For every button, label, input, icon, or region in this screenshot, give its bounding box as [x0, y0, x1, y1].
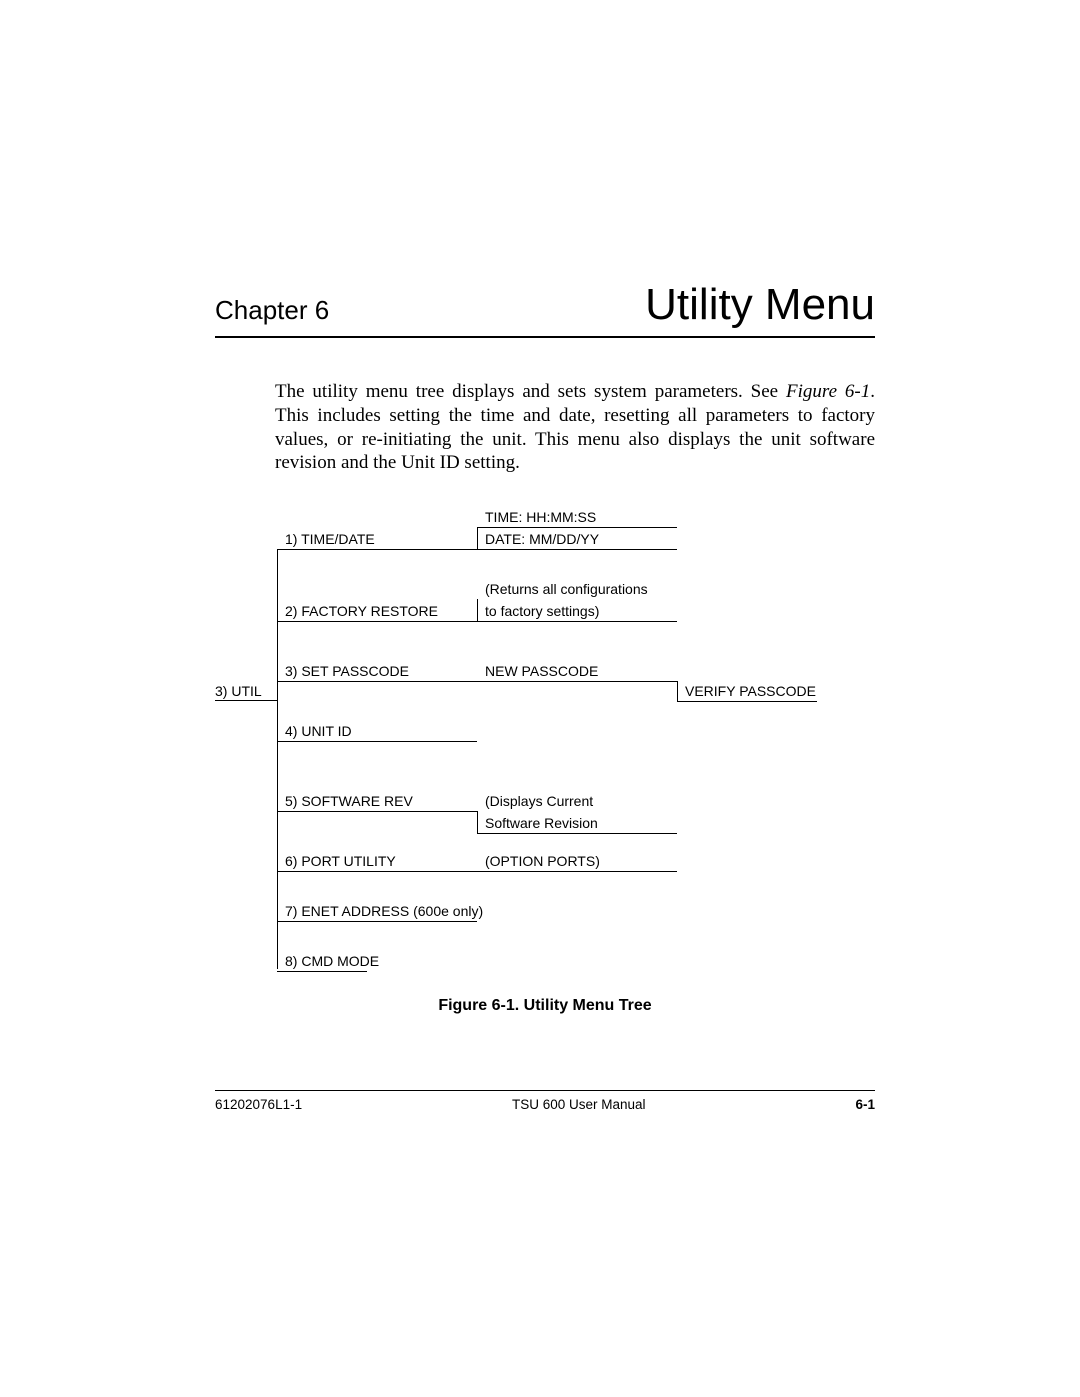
tree-detail-time: TIME: HH:MM:SS: [485, 509, 596, 525]
page-footer: 61202076L1-1 TSU 600 User Manual 6-1: [215, 1090, 875, 1112]
tree-line: [477, 527, 478, 549]
tree-line: [277, 971, 367, 972]
tree-item-6: 6) PORT UTILITY: [285, 853, 396, 869]
chapter-title: Utility Menu: [645, 280, 875, 330]
tree-detail-soft1: (Displays Current: [485, 793, 593, 809]
footer-left: 61202076L1-1: [215, 1097, 302, 1112]
tree-line: [215, 700, 277, 701]
chapter-label: Chapter 6: [215, 295, 329, 326]
intro-paragraph: The utility menu tree displays and sets …: [275, 380, 875, 475]
tree-line: [477, 871, 677, 872]
footer-page-number: 6-1: [855, 1097, 875, 1112]
tree-line: [477, 621, 677, 622]
tree-line: [277, 549, 278, 969]
tree-line: [477, 833, 677, 834]
tree-line: [477, 599, 478, 621]
tree-line: [277, 681, 477, 682]
tree-item-5: 5) SOFTWARE REV: [285, 793, 413, 809]
tree-detail-verify: VERIFY PASSCODE: [685, 683, 816, 699]
tree-detail-newpass: NEW PASSCODE: [485, 663, 598, 679]
tree-root: 3) UTIL: [215, 683, 262, 699]
tree-item-1: 1) TIME/DATE: [285, 531, 375, 547]
tree-line: [477, 527, 677, 528]
tree-item-7: 7) ENET ADDRESS (600e only): [285, 903, 483, 919]
tree-item-2: 2) FACTORY RESTORE: [285, 603, 438, 619]
tree-detail-factory1: (Returns all configurations: [485, 581, 648, 597]
tree-line: [277, 741, 477, 742]
tree-line: [477, 811, 478, 833]
tree-item-4: 4) UNIT ID: [285, 723, 352, 739]
tree-detail-ports: (OPTION PORTS): [485, 853, 600, 869]
chapter-header: Chapter 6 Utility Menu: [215, 280, 875, 338]
tree-line: [477, 549, 677, 550]
menu-tree-diagram: 3) UTIL 1) TIME/DATE 2) FACTORY RESTORE …: [215, 505, 875, 975]
tree-line: [277, 921, 477, 922]
tree-detail-date: DATE: MM/DD/YY: [485, 531, 599, 547]
tree-line: [477, 681, 677, 682]
tree-detail-soft2: Software Revision: [485, 815, 598, 831]
tree-line: [277, 871, 477, 872]
tree-detail-factory2: to factory settings): [485, 603, 599, 619]
tree-line: [677, 701, 817, 702]
figure-reference: Figure 6-1: [786, 381, 870, 402]
tree-item-3: 3) SET PASSCODE: [285, 663, 409, 679]
tree-line: [277, 811, 477, 812]
tree-line: [677, 681, 678, 701]
page-content: Chapter 6 Utility Menu The utility menu …: [215, 280, 875, 1015]
tree-line: [277, 621, 477, 622]
intro-text-a: The utility menu tree displays and sets …: [275, 381, 786, 402]
figure-caption: Figure 6-1. Utility Menu Tree: [215, 997, 875, 1015]
tree-item-8: 8) CMD MODE: [285, 953, 379, 969]
footer-center: TSU 600 User Manual: [512, 1097, 646, 1112]
tree-line: [277, 549, 477, 550]
